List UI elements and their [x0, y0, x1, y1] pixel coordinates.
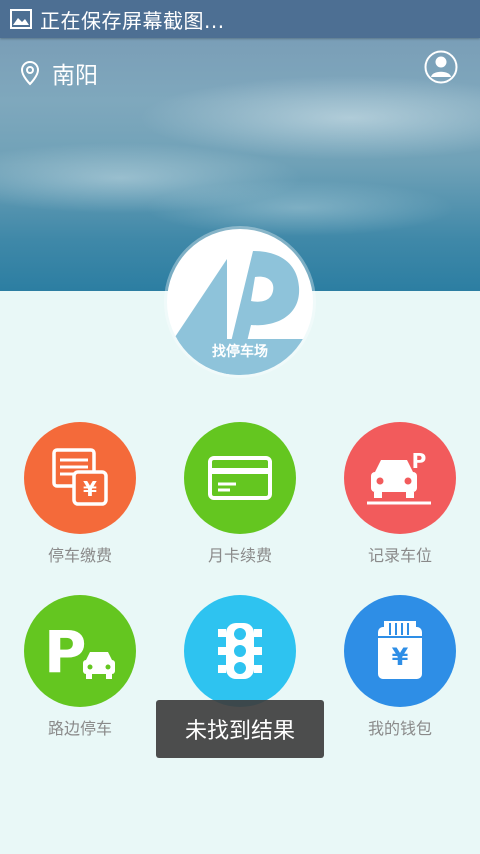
user-profile-icon[interactable] [424, 50, 458, 84]
grid-item-wallet[interactable]: ¥ 我的钱包 [320, 595, 480, 739]
traffic-circle[interactable] [184, 595, 296, 707]
bill-yuan-icon: ¥ [52, 448, 108, 506]
wallet-label: 我的钱包 [367, 719, 432, 738]
traffic-light-icon [218, 623, 262, 679]
grid-item-monthly-card[interactable]: 月卡续费 [160, 422, 320, 566]
parking-payment-label: 停车缴费 [47, 546, 112, 565]
grid-item-traffic[interactable] [160, 595, 320, 715]
record-spot-label: 记录车位 [367, 546, 432, 565]
monthly-card-label: 月卡续费 [207, 546, 272, 565]
svg-text:¥: ¥ [392, 643, 409, 671]
toast-message: 未找到结果 [156, 700, 324, 758]
location-selector[interactable]: 南阳 [20, 56, 98, 90]
parking-payment-circle[interactable]: ¥ [24, 422, 136, 534]
monthly-card-circle[interactable] [184, 422, 296, 534]
roadside-parking-label: 路边停车 [47, 719, 112, 738]
find-parking-label: 找停车场 [212, 344, 268, 360]
status-bar: 正在保存屏幕截图... [0, 0, 480, 38]
wallet-circle[interactable]: ¥ [344, 595, 456, 707]
find-parking-button[interactable]: 找停车场 [167, 229, 313, 375]
card-icon [208, 456, 272, 500]
image-icon [10, 9, 32, 29]
parking-car-icon: P [44, 618, 115, 686]
grid-item-record-spot[interactable]: P 记录车位 [320, 422, 480, 566]
svg-text:P: P [44, 618, 87, 686]
svg-text:P: P [412, 449, 427, 473]
grid-item-roadside-parking[interactable]: P 路边停车 [0, 595, 160, 739]
grid-item-parking-payment[interactable]: ¥ 停车缴费 [0, 422, 160, 566]
roadside-parking-circle[interactable]: P [24, 595, 136, 707]
svg-text:¥: ¥ [83, 477, 97, 501]
location-pin-icon [20, 60, 40, 86]
city-name: 南阳 [52, 63, 98, 89]
status-text: 正在保存屏幕截图... [40, 8, 225, 33]
record-spot-circle[interactable]: P [344, 422, 456, 534]
wallet-icon: ¥ [378, 621, 422, 679]
car-p-icon: P [367, 449, 431, 505]
